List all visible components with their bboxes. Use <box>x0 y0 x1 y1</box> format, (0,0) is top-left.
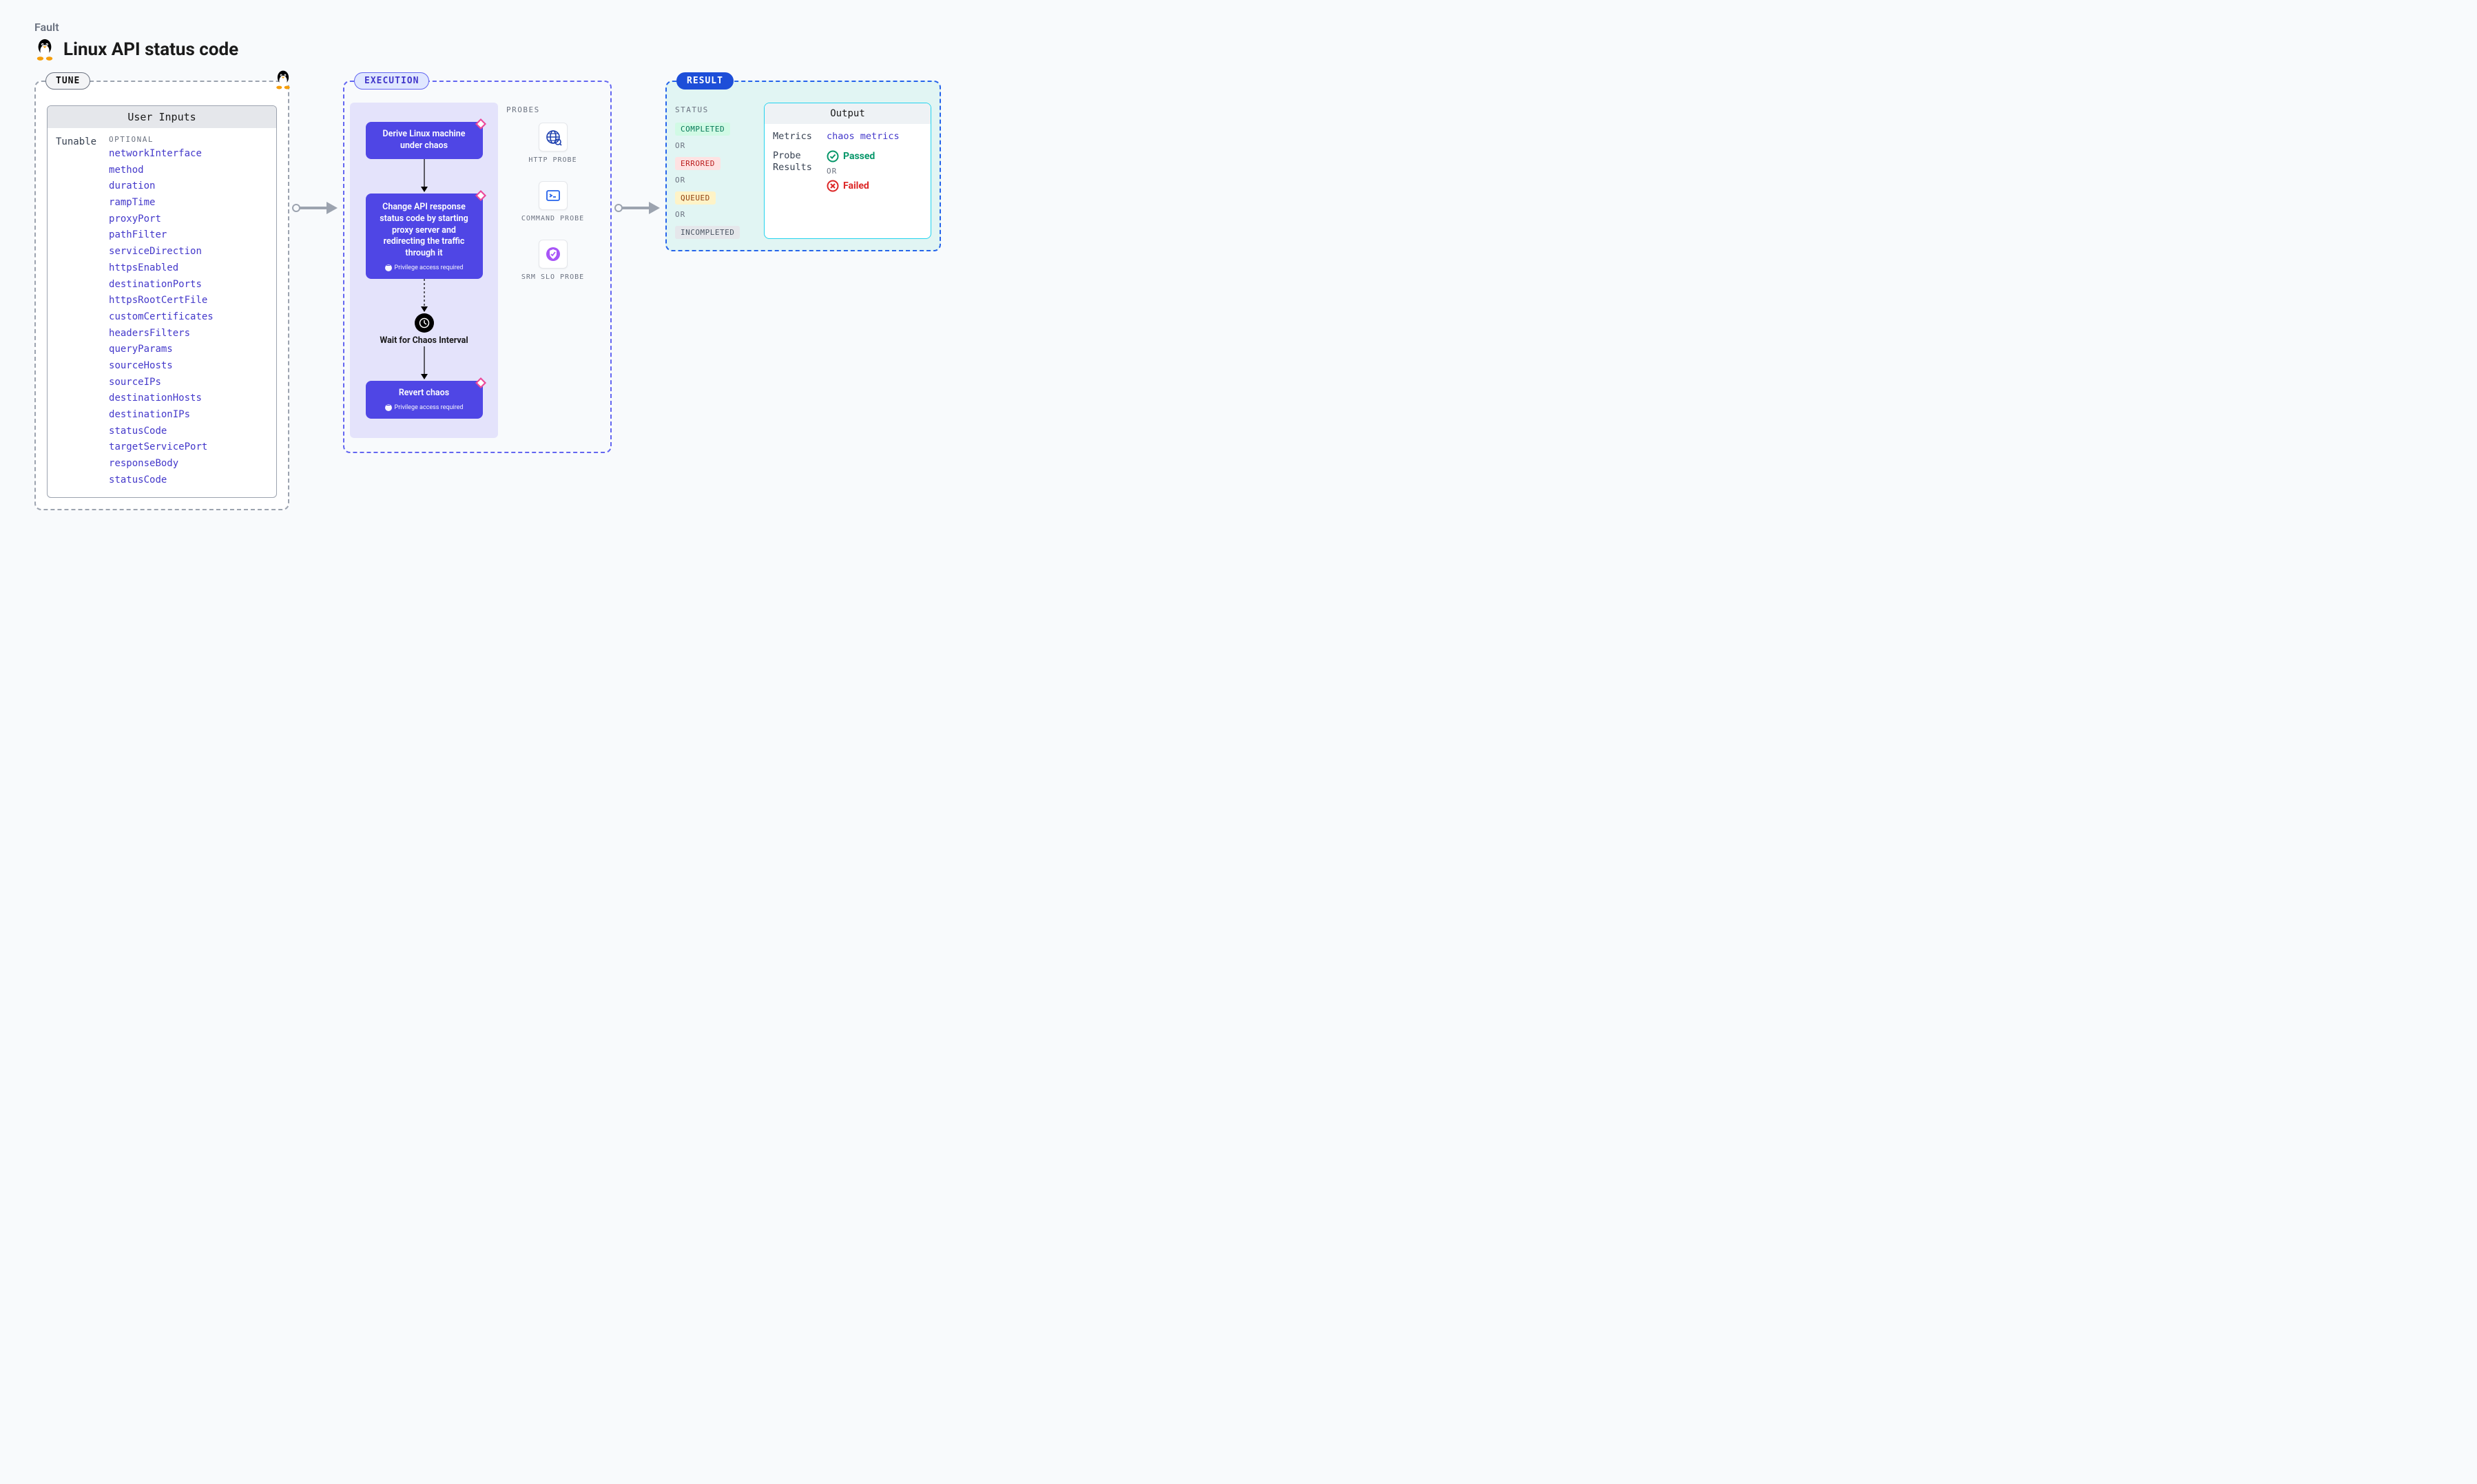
tune-label: TUNE <box>45 72 90 90</box>
tunable-item: httpsEnabled <box>109 261 268 276</box>
tunable-item: responseBody <box>109 457 268 472</box>
tunable-item: pathFilter <box>109 228 268 243</box>
user-inputs-box: User Inputs Tunable OPTIONAL networkInte… <box>47 105 277 498</box>
step-revert-chaos: Revert chaos Privilege access required <box>366 381 483 419</box>
tunable-item: statusCode <box>109 424 268 439</box>
probe-http: HTTP PROBE <box>506 123 599 165</box>
connector-arrow <box>289 198 343 218</box>
privilege-note: Privilege access required <box>371 404 477 412</box>
status-completed: COMPLETED <box>675 123 730 136</box>
execution-label: EXECUTION <box>354 72 429 90</box>
metrics-label: Metrics <box>773 131 817 142</box>
or-separator: OR <box>827 167 875 176</box>
fault-label: Fault <box>34 21 2443 34</box>
page-title-row: Linux API status code <box>34 38 2443 61</box>
check-circle-icon <box>827 150 839 163</box>
page-title: Linux API status code <box>63 39 238 60</box>
tunable-item: customCertificates <box>109 310 268 325</box>
output-title: Output <box>765 103 931 124</box>
tunable-item: method <box>109 163 268 178</box>
chaos-tag-icon <box>475 118 487 130</box>
clock-icon <box>415 313 434 333</box>
tunable-list: networkInterface method duration rampTim… <box>109 147 268 488</box>
tunable-label: Tunable <box>56 135 96 488</box>
probe-srm-slo: SRM SLO PROBE <box>506 240 599 282</box>
probes-label: PROBES <box>506 105 599 114</box>
execution-panel: EXECUTION Derive Linux machine under cha… <box>343 81 612 453</box>
flow-arrow-dotted <box>419 279 429 313</box>
linux-penguin-icon <box>34 38 55 61</box>
privilege-note: Privilege access required <box>373 264 476 272</box>
status-column: STATUS COMPLETED OR ERRORED OR QUEUED OR… <box>675 103 754 239</box>
tunable-item: targetServicePort <box>109 440 268 455</box>
linux-penguin-icon <box>274 70 292 90</box>
wait-step: Wait for Chaos Interval <box>380 313 468 346</box>
tunable-item: destinationPorts <box>109 278 268 293</box>
chaos-tag-icon <box>475 377 487 389</box>
tunable-item: headersFilters <box>109 326 268 342</box>
execution-flow: Derive Linux machine under chaos Change … <box>350 103 498 438</box>
status-title: STATUS <box>675 105 754 114</box>
diagram-canvas: TUNE User Inputs Tunable OPTIONAL networ… <box>34 81 2443 510</box>
status-errored: ERRORED <box>675 157 721 170</box>
or-separator: OR <box>675 176 754 185</box>
flow-arrow <box>419 159 429 194</box>
step-derive-machine: Derive Linux machine under chaos <box>366 122 483 159</box>
tunable-item: destinationHosts <box>109 391 268 406</box>
probe-results-row: Probe Results Passed OR <box>773 150 922 192</box>
optional-label: OPTIONAL <box>109 135 268 144</box>
probe-label: HTTP PROBE <box>528 156 577 165</box>
probe-command: COMMAND PROBE <box>506 181 599 223</box>
globe-icon <box>539 123 568 151</box>
tunable-item: rampTime <box>109 196 268 211</box>
result-failed: Failed <box>827 180 875 192</box>
or-separator: OR <box>675 210 754 219</box>
tunable-item: proxyPort <box>109 212 268 227</box>
status-queued: QUEUED <box>675 191 716 205</box>
terminal-icon <box>539 181 568 210</box>
probe-results-label: Probe Results <box>773 150 817 192</box>
probes-column: PROBES HTTP PROBE COMMAND PROBE SRM SLO … <box>498 103 605 438</box>
probe-label: SRM SLO PROBE <box>521 273 584 282</box>
shield-check-icon <box>539 240 568 269</box>
probe-label: COMMAND PROBE <box>521 214 584 223</box>
tune-panel: TUNE User Inputs Tunable OPTIONAL networ… <box>34 81 289 510</box>
tunable-item: sourceIPs <box>109 375 268 390</box>
privilege-icon <box>385 404 392 411</box>
tunable-item: serviceDirection <box>109 244 268 260</box>
connector-arrow <box>612 198 665 218</box>
result-label: RESULT <box>676 72 734 90</box>
or-separator: OR <box>675 141 754 150</box>
tunable-item: destinationIPs <box>109 408 268 423</box>
x-circle-icon <box>827 180 839 192</box>
tunable-item: statusCode <box>109 473 268 488</box>
tunable-item: sourceHosts <box>109 359 268 374</box>
wait-label: Wait for Chaos Interval <box>380 335 468 346</box>
tunable-item: networkInterface <box>109 147 268 162</box>
output-box: Output Metrics chaos metrics Probe Resul… <box>764 103 931 239</box>
tunable-item: duration <box>109 179 268 194</box>
user-inputs-title: User Inputs <box>48 106 276 128</box>
metrics-row: Metrics chaos metrics <box>773 131 922 142</box>
step-change-status-code: Change API response status code by start… <box>366 194 483 280</box>
status-incompleted: INCOMPLETED <box>675 226 740 239</box>
tunable-item: queryParams <box>109 342 268 357</box>
privilege-icon <box>385 264 392 271</box>
flow-arrow <box>419 346 429 381</box>
chaos-tag-icon <box>475 189 487 202</box>
metrics-link[interactable]: chaos metrics <box>827 131 900 142</box>
result-panel: RESULT STATUS COMPLETED OR ERRORED OR QU… <box>665 81 941 251</box>
result-passed: Passed <box>827 150 875 163</box>
tunable-item: httpsRootCertFile <box>109 293 268 309</box>
